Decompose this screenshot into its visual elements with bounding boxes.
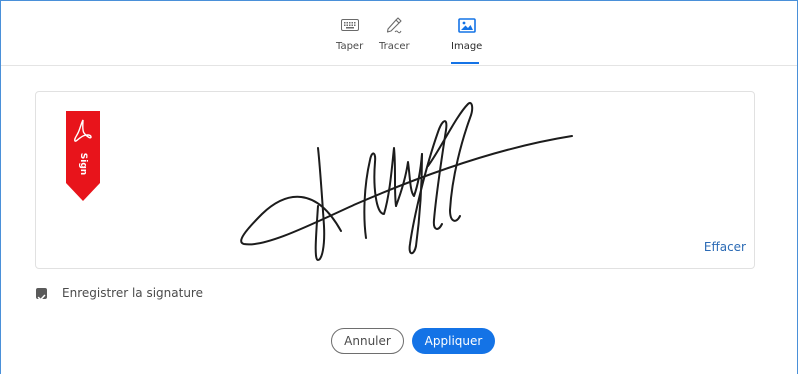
cancel-button[interactable]: Annuler [331, 328, 404, 354]
tab-draw-label: Tracer [379, 41, 410, 52]
tab-type[interactable]: Taper [336, 15, 363, 52]
tab-image[interactable]: Image [451, 15, 482, 52]
signature-image [240, 102, 573, 261]
keyboard-icon [339, 15, 361, 35]
tab-image-label: Image [451, 41, 483, 52]
image-icon [456, 15, 478, 35]
sign-tag: Sign [66, 111, 100, 201]
clear-button[interactable]: Effacer [704, 240, 746, 254]
active-tab-indicator [451, 62, 479, 64]
tab-draw[interactable]: Tracer [379, 15, 410, 52]
sign-tag-text: Sign [78, 152, 88, 176]
save-signature-checkbox[interactable] [36, 287, 47, 300]
signature-area[interactable]: Sign Effacer [35, 91, 755, 269]
tab-type-label: Taper [336, 41, 364, 52]
save-signature-row: Enregistrer la signature [36, 286, 203, 300]
apply-button[interactable]: Appliquer [412, 328, 495, 354]
save-signature-label[interactable]: Enregistrer la signature [62, 286, 203, 300]
pen-draw-icon [383, 15, 405, 35]
check-icon [37, 294, 46, 300]
signature-dialog: Taper Tracer Image Sign Effacer Enregist… [0, 0, 798, 374]
signature-mode-tabs: Taper Tracer Image [1, 1, 797, 66]
